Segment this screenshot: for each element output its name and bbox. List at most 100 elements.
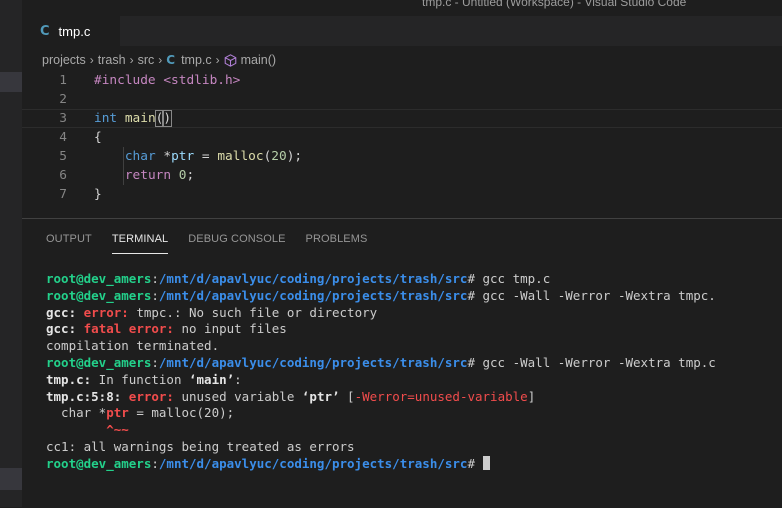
terminal-token: /mnt/d/apavlyuc/coding/projects/trash/sr… — [158, 354, 468, 370]
terminal-line: cc1: all warnings being treated as error… — [46, 439, 716, 456]
breadcrumb-item-projects[interactable]: projects — [42, 53, 86, 67]
tab-problems[interactable]: PROBLEMS — [306, 233, 368, 253]
code-line[interactable]: 3 int main() — [22, 109, 782, 128]
line-code: } — [94, 185, 102, 204]
terminal-token: /mnt/d/apavlyuc/coding/projects/trash/sr… — [158, 455, 468, 471]
terminal-token: # — [467, 455, 483, 471]
c-file-icon: C — [40, 23, 50, 39]
terminal-token: : — [151, 287, 159, 303]
code-line[interactable]: 1 #include <stdlib.h> — [22, 71, 782, 90]
code-token: ; — [186, 168, 195, 183]
terminal-line: tmp.c:5:8: error: unused variable ‘ptr’ … — [46, 389, 716, 406]
tab-output[interactable]: OUTPUT — [46, 233, 92, 253]
tab-debug-console[interactable]: DEBUG CONSOLE — [188, 233, 285, 253]
sidebar-selected-item[interactable] — [0, 72, 22, 92]
code-token: malloc — [217, 149, 264, 164]
activity-sidebar-strip — [0, 0, 22, 507]
breadcrumb-item-symbol[interactable]: main() — [241, 53, 276, 67]
terminal-token: # gcc -Wall -Werror -Wextra tmpc. — [467, 287, 716, 303]
code-token: { — [94, 130, 102, 145]
terminal-token: # gcc -Wall -Werror -Wextra tmp.c — [467, 354, 716, 370]
line-number: 2 — [59, 92, 67, 107]
terminal-token: -Werror=unused-variable — [354, 388, 528, 404]
line-number: 5 — [59, 149, 67, 164]
terminal-line: tmp.c: In function ‘main’: — [46, 372, 716, 389]
terminal-token: char * — [46, 405, 107, 421]
chevron-right-icon: › — [89, 53, 94, 67]
bottom-panel: OUTPUT TERMINAL DEBUG CONSOLE PROBLEMS r… — [22, 218, 782, 508]
line-number: 3 — [59, 111, 67, 126]
line-code: return 0; — [94, 166, 194, 185]
code-token: ptr — [171, 149, 195, 164]
code-line[interactable]: 6 return 0; — [22, 166, 782, 185]
code-token: #include — [94, 73, 164, 88]
terminal-cursor — [482, 455, 490, 470]
line-number: 1 — [59, 73, 67, 88]
terminal-token: fatal error: — [83, 321, 174, 337]
terminal-token: ‘main’ — [189, 371, 235, 387]
line-code: #include <stdlib.h> — [94, 71, 240, 90]
terminal-line: compilation terminated. — [46, 338, 716, 355]
terminal-token: tmp.c:5:8: — [46, 388, 122, 404]
terminal-token: : — [234, 371, 242, 387]
panel-tab-bar: OUTPUT TERMINAL DEBUG CONSOLE PROBLEMS — [46, 233, 387, 254]
terminal-line: char *ptr = malloc(20); — [46, 405, 716, 422]
line-code: char *ptr = malloc(20); — [94, 147, 302, 166]
terminal-token: : — [151, 354, 159, 370]
code-token: } — [94, 187, 102, 202]
code-line[interactable]: 5 char *ptr = malloc(20); — [22, 147, 782, 166]
terminal-token: root@dev_amers — [46, 455, 152, 471]
indent-guide — [123, 147, 124, 185]
breadcrumb-item-file[interactable]: tmp.c — [181, 53, 212, 67]
code-token: int — [94, 111, 118, 126]
terminal-line: root@dev_amers:/mnt/d/apavlyuc/coding/pr… — [46, 355, 716, 372]
breadcrumb-item-trash[interactable]: trash — [98, 53, 126, 67]
terminal-token: : — [151, 271, 159, 286]
terminal-token: unused variable — [173, 388, 302, 404]
code-token: = — [194, 149, 218, 164]
terminal-token: no input files — [173, 321, 287, 337]
line-number: 4 — [59, 130, 67, 145]
window-title: tmp.c - Untitled (Workspace) - Visual St… — [422, 0, 687, 9]
chevron-right-icon: › — [215, 53, 220, 67]
breadcrumb-item-src[interactable]: src — [138, 53, 155, 67]
terminal-line: gcc: error: tmpc.: No such file or direc… — [46, 305, 716, 322]
tab-tmp-c[interactable]: C tmp.c — [22, 16, 120, 46]
code-editor[interactable]: 1 #include <stdlib.h> 2 3 int main() 4{5 char… — [22, 70, 782, 218]
code-token: main — [124, 111, 156, 126]
editor-tab-bar: C tmp.c — [22, 16, 782, 46]
code-line[interactable]: 7} — [22, 185, 782, 204]
terminal-token: = malloc(20); — [128, 405, 235, 421]
terminal-token: error: — [128, 388, 174, 404]
cube-icon — [224, 53, 237, 67]
terminal-token: compilation terminated. — [46, 338, 220, 354]
line-number: 6 — [59, 168, 67, 183]
terminal-line: root@dev_amers:/mnt/d/apavlyuc/coding/pr… — [46, 288, 716, 305]
terminal-token: gcc: — [46, 304, 77, 320]
terminal-token: root@dev_amers — [46, 287, 152, 303]
sidebar-selected-item[interactable] — [0, 468, 22, 490]
code-token: return — [124, 168, 172, 183]
code-line[interactable]: 4{ — [22, 128, 782, 147]
terminal-token: gcc: — [46, 321, 77, 337]
line-number: 7 — [59, 187, 67, 202]
terminal-line: root@dev_amers:/mnt/d/apavlyuc/coding/pr… — [46, 455, 716, 473]
title-bar: tmp.c - Untitled (Workspace) - Visual St… — [22, 0, 782, 16]
terminal-line: root@dev_amers:/mnt/d/apavlyuc/coding/pr… — [46, 271, 716, 288]
terminal-output[interactable]: root@dev_amers:/mnt/d/apavlyuc/coding/pr… — [46, 271, 716, 473]
terminal-token: ‘ptr’ — [301, 388, 340, 404]
tab-label: tmp.c — [58, 23, 91, 39]
tab-terminal[interactable]: TERMINAL — [111, 233, 169, 254]
terminal-token: ] — [527, 388, 536, 404]
code-line[interactable]: 2 — [22, 90, 782, 109]
line-code: { — [94, 128, 102, 147]
terminal-token: ^~~ — [106, 422, 129, 438]
terminal-token: root@dev_amers — [46, 354, 152, 370]
